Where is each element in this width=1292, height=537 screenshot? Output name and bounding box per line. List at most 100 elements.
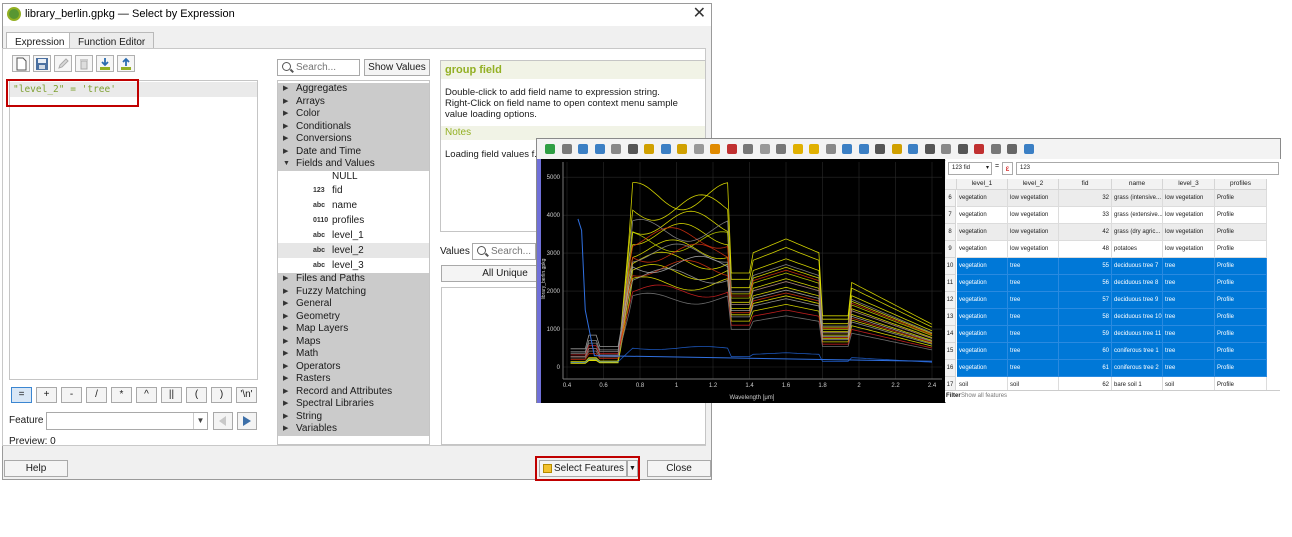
cell-fid[interactable]: 55 xyxy=(1059,258,1112,275)
tree-group-arrays[interactable]: ▶ Arrays xyxy=(278,95,429,108)
close-button[interactable]: Close xyxy=(647,460,711,477)
cell-name[interactable]: deciduous tree 8 xyxy=(1112,275,1163,292)
operator-open-paren-button[interactable]: ( xyxy=(186,387,207,403)
export-button[interactable] xyxy=(117,55,135,72)
cell-level-1[interactable]: vegetation xyxy=(957,275,1008,292)
refresh-icon[interactable] xyxy=(743,144,753,154)
table-row[interactable]: 8 vegetation low vegetation 42 grass (dry ag… xyxy=(945,224,1268,241)
cell-level-3[interactable]: tree xyxy=(1163,309,1215,326)
cell-level-2[interactable]: tree xyxy=(1008,343,1059,360)
cell-profiles[interactable]: Profile xyxy=(1215,292,1267,309)
cell-fid[interactable]: 48 xyxy=(1059,241,1112,258)
save-icon[interactable] xyxy=(726,144,737,154)
row-number[interactable]: 8 xyxy=(945,224,956,241)
show-values-button[interactable]: Show Values xyxy=(364,59,430,76)
cell-name[interactable]: grass (dry agric... xyxy=(1112,224,1163,241)
tree-field-name[interactable]: abc name xyxy=(278,198,429,213)
tree-group-conversions[interactable]: ▶ Conversions xyxy=(278,133,429,146)
cell-profiles[interactable]: Profile xyxy=(1215,343,1267,360)
feature-combobox[interactable]: ▼ xyxy=(46,412,208,430)
tree-group-maps[interactable]: ▶ Maps xyxy=(278,335,429,348)
cell-level-1[interactable]: vegetation xyxy=(957,309,1008,326)
tree-group-math[interactable]: ▶ Math xyxy=(278,348,429,361)
delete-button[interactable] xyxy=(75,55,93,72)
grid-icon[interactable] xyxy=(677,144,687,154)
row-number[interactable]: 16 xyxy=(945,360,956,377)
tree-group-color[interactable]: ▶ Color xyxy=(278,108,429,121)
operator-divide-button[interactable]: / xyxy=(86,387,107,403)
help-button[interactable]: Help xyxy=(4,460,68,477)
zoom-icon[interactable] xyxy=(957,144,968,154)
column-header-name[interactable]: name xyxy=(1112,179,1163,190)
edit-icon[interactable] xyxy=(693,144,704,154)
row-number[interactable]: 12 xyxy=(945,292,956,309)
cell-name[interactable]: potatoes xyxy=(1112,241,1163,258)
cell-level-3[interactable]: tree xyxy=(1163,292,1215,309)
row-number[interactable]: 15 xyxy=(945,343,956,360)
table-row[interactable]: 12 vegetation tree 57 deciduous tree 9 tree Pr… xyxy=(945,292,1268,309)
move-icon[interactable] xyxy=(941,144,951,154)
delete-field-icon[interactable] xyxy=(776,144,786,154)
cell-name[interactable]: deciduous tree 9 xyxy=(1112,292,1163,309)
close-window-icon[interactable]: ✕ xyxy=(693,5,706,23)
row-number[interactable]: 10 xyxy=(945,258,956,275)
next-feature-button[interactable] xyxy=(237,412,257,430)
cell-fid[interactable]: 60 xyxy=(1059,343,1112,360)
cell-profiles[interactable]: Profile xyxy=(1215,258,1267,275)
form-icon[interactable] xyxy=(1007,144,1017,154)
tree-field-fid[interactable]: 123 fid xyxy=(278,183,429,198)
table-corner[interactable] xyxy=(945,179,957,190)
cell-name[interactable]: grass (extensive... xyxy=(1112,207,1163,224)
layer-icon[interactable] xyxy=(594,144,605,154)
copy-icon[interactable] xyxy=(825,144,836,154)
tree-group-fields-and-values[interactable]: ▼ Fields and Values xyxy=(278,158,429,171)
add-icon[interactable] xyxy=(545,144,555,154)
cell-fid[interactable]: 56 xyxy=(1059,275,1112,292)
cell-level-3[interactable]: tree xyxy=(1163,275,1215,292)
operator-equals-button[interactable]: = xyxy=(11,387,32,403)
cell-fid[interactable]: 33 xyxy=(1059,207,1112,224)
operator-concat-button[interactable]: || xyxy=(161,387,182,403)
cell-fid[interactable]: 61 xyxy=(1059,360,1112,377)
row-number[interactable]: 11 xyxy=(945,275,956,292)
operator-minus-button[interactable]: - xyxy=(61,387,82,403)
cell-level-2[interactable]: low vegetation xyxy=(1008,190,1059,207)
expression-epsilon-button[interactable]: ε xyxy=(1002,162,1013,175)
dropdown-icon[interactable] xyxy=(561,144,572,154)
save-file-button[interactable] xyxy=(33,55,51,72)
values-search-box[interactable] xyxy=(472,243,536,260)
table-row[interactable]: 7 vegetation low vegetation 33 grass (extens… xyxy=(945,207,1268,224)
column-header-fid[interactable]: fid xyxy=(1059,179,1112,190)
cell-profiles[interactable]: Profile xyxy=(1215,309,1267,326)
table-row[interactable]: 11 vegetation tree 56 deciduous tree 8 tree Pr… xyxy=(945,275,1268,292)
cell-level-3[interactable]: low vegetation xyxy=(1163,207,1215,224)
row-number[interactable]: 14 xyxy=(945,326,956,343)
row-number[interactable]: 6 xyxy=(945,190,956,207)
column-header-level-2[interactable]: level_2 xyxy=(1008,179,1059,190)
table-row[interactable]: 15 vegetation tree 60 coniferous tree 1 tree P… xyxy=(945,343,1268,360)
table-row[interactable]: 16 vegetation tree 61 coniferous tree 2 tree P… xyxy=(945,360,1268,377)
function-tree[interactable]: ▶ Aggregates ▶ Arrays ▶ Color ▶ Conditionals ▶ Co… xyxy=(277,80,430,445)
edit-button[interactable] xyxy=(54,55,72,72)
settings-icon[interactable] xyxy=(1023,144,1034,154)
cell-name[interactable]: deciduous tree 11 xyxy=(1112,326,1163,343)
new-field-icon[interactable] xyxy=(759,144,770,154)
operator-plus-button[interactable]: + xyxy=(36,387,57,403)
cell-name[interactable]: coniferous tree 1 xyxy=(1112,343,1163,360)
cell-level-3[interactable]: tree xyxy=(1163,326,1215,343)
operator-multiply-button[interactable]: * xyxy=(111,387,132,403)
previous-feature-button[interactable] xyxy=(213,412,233,430)
tree-field-level_1[interactable]: abc level_1 xyxy=(278,228,429,243)
select-icon[interactable] xyxy=(858,144,869,154)
tree-group-geometry[interactable]: ▶ Geometry xyxy=(278,310,429,323)
tree-group-operators[interactable]: ▶ Operators xyxy=(278,360,429,373)
cut-icon[interactable] xyxy=(809,144,819,154)
expression-editor[interactable]: "level_2" = 'tree' xyxy=(9,80,258,380)
cell-fid[interactable]: 32 xyxy=(1059,190,1112,207)
new-file-button[interactable] xyxy=(12,55,30,72)
import-button[interactable] xyxy=(96,55,114,72)
cell-profiles[interactable]: Profile xyxy=(1215,190,1267,207)
tree-group-rasters[interactable]: ▶ Rasters xyxy=(278,373,429,386)
column-header-profiles[interactable]: profiles xyxy=(1215,179,1267,190)
cell-level-1[interactable]: vegetation xyxy=(957,224,1008,241)
